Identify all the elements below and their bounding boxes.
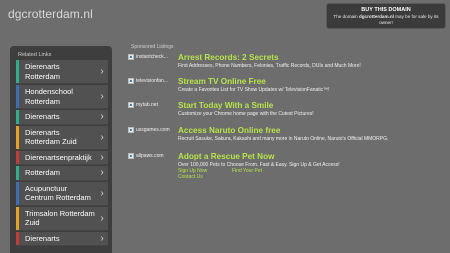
ad-source-domain: allpaws.com	[136, 153, 164, 159]
ad-source-thumbnail[interactable]: ■ allpaws.com	[128, 153, 164, 159]
ad-title-link[interactable]: Start Today With a Smile	[178, 101, 273, 110]
site-favicon-icon: ■	[128, 127, 134, 133]
ad-description: Recruit Sasuke, Sakura, Kakashi and many…	[178, 136, 389, 142]
related-links-panel: Related Links Dierenarts Rotterdam › Honde…	[10, 46, 112, 253]
related-link-label[interactable]: Dierenarts	[19, 110, 96, 124]
related-link-label[interactable]: Acupunctuur Centrum Rotterdam	[19, 182, 96, 205]
chevron-right-icon: ›	[100, 66, 104, 77]
ad-source-domain: mytab.net	[136, 102, 158, 108]
chevron-right-icon: ›	[100, 212, 104, 224]
chevron-right-icon: ›	[100, 187, 104, 199]
related-link-item[interactable]: Dierenartsenpraktijk ›	[16, 150, 108, 165]
related-link-item[interactable]: Dierenarts Rotterdam Zuid ›	[16, 125, 108, 150]
top-bar: dgcrotterdam.nl BUY THIS DOMAIN The doma…	[0, 0, 450, 34]
ad-source-thumbnail[interactable]: ■ televisionfan...	[128, 78, 168, 84]
related-link-item[interactable]: Trimsalon Rotterdam Zuid ›	[16, 206, 108, 231]
related-link-item[interactable]: Rotterdam ›	[16, 166, 108, 181]
related-link-label[interactable]: Dierenartsenpraktijk	[19, 151, 96, 165]
buy-text-domain: dgcrotterdam.nl	[358, 14, 394, 19]
buy-domain-text: The domain dgcrotterdam.nl may be for sa…	[327, 14, 445, 26]
site-favicon-icon: ■	[128, 54, 134, 60]
related-link-item[interactable]: Dierenarts ›	[16, 231, 108, 246]
chevron-right-icon: ›	[100, 111, 104, 123]
buy-domain-title[interactable]: BUY THIS DOMAIN	[327, 6, 445, 14]
ad-sublink[interactable]: Find Your Pet	[232, 168, 286, 174]
related-links-header: Related Links	[18, 52, 52, 58]
site-favicon-icon: ■	[128, 153, 134, 159]
ad-description: Customize your Chrome home page with the…	[178, 111, 314, 117]
chevron-right-icon: ›	[100, 167, 104, 179]
ad-source-domain: ussgames.com	[136, 127, 170, 133]
ad-description: Create a Favorites List for TV Show Upda…	[178, 87, 330, 93]
buy-text-before: The domain	[333, 14, 359, 19]
related-link-item[interactable]: Dierenarts Rotterdam ›	[16, 60, 108, 84]
ad-description: First Addresses, Phone Numbers, Felonies…	[178, 63, 361, 69]
chevron-right-icon: ›	[100, 131, 104, 143]
related-link-item[interactable]: Hondenschool Rotterdam ›	[16, 85, 108, 109]
site-favicon-icon: ■	[128, 78, 134, 84]
ad-title-link[interactable]: Stream TV Online Free	[178, 77, 266, 86]
related-link-label[interactable]: Dierenarts Rotterdam Zuid	[19, 126, 96, 149]
ad-source-domain: televisionfan...	[136, 78, 168, 84]
ad-sublink[interactable]: Contact Us	[178, 174, 232, 180]
related-link-label[interactable]: Trimsalon Rotterdam Zuid	[19, 207, 96, 230]
ad-source-thumbnail[interactable]: ■ ussgames.com	[128, 127, 170, 133]
ad-sublinks: Sign Up Now Find Your Pet Contact Us	[178, 168, 286, 180]
related-link-item[interactable]: Acupunctuur Centrum Rotterdam ›	[16, 181, 108, 206]
ad-sublinks-row: Contact Us	[178, 174, 286, 180]
related-link-label[interactable]: Rotterdam	[19, 166, 96, 180]
ad-source-thumbnail[interactable]: ■ instantcheck...	[128, 54, 168, 60]
domain-title: dgcrotterdam.nl	[8, 7, 93, 21]
related-links-list: Dierenarts Rotterdam › Hondenschool Rotter…	[10, 60, 112, 246]
sponsored-listings-label: Sponsored Listings	[131, 44, 174, 50]
ad-title-link[interactable]: Access Naruto Online free	[178, 126, 280, 135]
chevron-right-icon: ›	[100, 91, 104, 102]
ad-source-domain: instantcheck...	[136, 54, 168, 60]
related-link-label[interactable]: Dierenarts Rotterdam	[19, 60, 96, 83]
ad-title-link[interactable]: Adopt a Rescue Pet Now	[178, 152, 274, 161]
related-link-item[interactable]: Dierenarts ›	[16, 110, 108, 125]
ad-source-thumbnail[interactable]: ■ mytab.net	[128, 102, 158, 108]
ad-title-link[interactable]: Arrest Records: 2 Secrets	[178, 53, 279, 62]
chevron-right-icon: ›	[100, 232, 104, 244]
site-favicon-icon: ■	[128, 102, 134, 108]
buy-domain-box[interactable]: BUY THIS DOMAIN The domain dgcrotterdam.…	[326, 3, 446, 29]
related-link-label[interactable]: Hondenschool Rotterdam	[19, 85, 96, 108]
related-link-label[interactable]: Dierenarts	[19, 232, 96, 246]
chevron-right-icon: ›	[100, 151, 104, 163]
